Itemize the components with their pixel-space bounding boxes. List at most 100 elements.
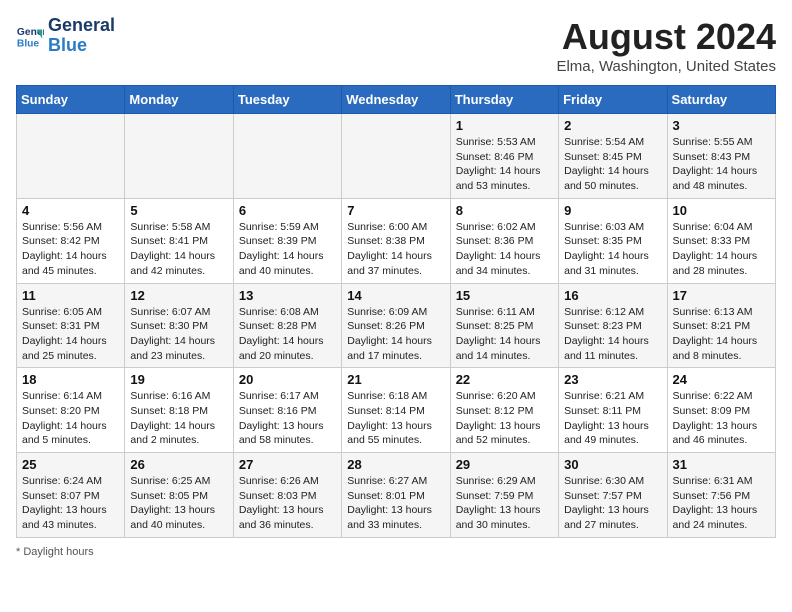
day-number: 7 (347, 203, 444, 218)
day-number: 25 (22, 457, 119, 472)
calendar-cell: 31 Sunrise: 6:31 AMSunset: 7:56 PMDayligh… (667, 453, 775, 538)
weekday-header-wednesday: Wednesday (342, 86, 450, 114)
logo: General Blue General Blue (16, 16, 115, 56)
day-info: Sunrise: 6:12 AMSunset: 8:23 PMDaylight:… (564, 305, 661, 364)
calendar-cell: 9 Sunrise: 6:03 AMSunset: 8:35 PMDaylight… (559, 198, 667, 283)
day-number: 4 (22, 203, 119, 218)
calendar-cell: 8 Sunrise: 6:02 AMSunset: 8:36 PMDaylight… (450, 198, 558, 283)
calendar-cell: 18 Sunrise: 6:14 AMSunset: 8:20 PMDayligh… (17, 368, 125, 453)
day-info: Sunrise: 6:30 AMSunset: 7:57 PMDaylight:… (564, 474, 661, 533)
day-number: 20 (239, 372, 336, 387)
day-info: Sunrise: 6:25 AMSunset: 8:05 PMDaylight:… (130, 474, 227, 533)
calendar-cell: 20 Sunrise: 6:17 AMSunset: 8:16 PMDayligh… (233, 368, 341, 453)
day-number: 28 (347, 457, 444, 472)
day-number: 24 (673, 372, 770, 387)
calendar-cell: 22Sunrise: 6:20 AMSunset: 8:12 PMDayligh… (450, 368, 558, 453)
day-number: 19 (130, 372, 227, 387)
svg-text:Blue: Blue (17, 38, 40, 49)
day-info: Sunrise: 6:31 AMSunset: 7:56 PMDaylight:… (673, 474, 770, 533)
day-number: 11 (22, 288, 119, 303)
day-info: Sunrise: 5:55 AMSunset: 8:43 PMDaylight:… (673, 135, 770, 194)
calendar-cell: 12 Sunrise: 6:07 AMSunset: 8:30 PMDayligh… (125, 283, 233, 368)
weekday-header-sunday: Sunday (17, 86, 125, 114)
day-info: Sunrise: 6:27 AMSunset: 8:01 PMDaylight:… (347, 474, 444, 533)
calendar-cell: 25 Sunrise: 6:24 AMSunset: 8:07 PMDayligh… (17, 453, 125, 538)
day-number: 30 (564, 457, 661, 472)
day-number: 27 (239, 457, 336, 472)
day-number: 26 (130, 457, 227, 472)
calendar-cell: 6 Sunrise: 5:59 AMSunset: 8:39 PMDaylight… (233, 198, 341, 283)
day-number: 6 (239, 203, 336, 218)
weekday-header-thursday: Thursday (450, 86, 558, 114)
calendar-cell: 7 Sunrise: 6:00 AMSunset: 8:38 PMDaylight… (342, 198, 450, 283)
day-number: 16 (564, 288, 661, 303)
day-number: 29 (456, 457, 553, 472)
calendar-cell: 10Sunrise: 6:04 AMSunset: 8:33 PMDayligh… (667, 198, 775, 283)
header: General Blue General Blue August 2024 El… (16, 16, 776, 75)
day-info: Sunrise: 6:16 AMSunset: 8:18 PMDaylight:… (130, 389, 227, 448)
calendar: SundayMondayTuesdayWednesdayThursdayFrid… (16, 85, 776, 538)
weekday-header-tuesday: Tuesday (233, 86, 341, 114)
day-info: Sunrise: 6:07 AMSunset: 8:30 PMDaylight:… (130, 305, 227, 364)
day-info: Sunrise: 6:03 AMSunset: 8:35 PMDaylight:… (564, 220, 661, 279)
subtitle: Elma, Washington, United States (556, 58, 776, 75)
calendar-cell: 24 Sunrise: 6:22 AMSunset: 8:09 PMDayligh… (667, 368, 775, 453)
day-number: 3 (673, 118, 770, 133)
title-area: August 2024 Elma, Washington, United Sta… (556, 16, 776, 75)
day-info: Sunrise: 6:14 AMSunset: 8:20 PMDaylight:… (22, 389, 119, 448)
day-info: Sunrise: 6:17 AMSunset: 8:16 PMDaylight:… (239, 389, 336, 448)
day-number: 18 (22, 372, 119, 387)
calendar-cell: 26 Sunrise: 6:25 AMSunset: 8:05 PMDayligh… (125, 453, 233, 538)
calendar-cell: 17 Sunrise: 6:13 AMSunset: 8:21 PMDayligh… (667, 283, 775, 368)
calendar-cell (125, 114, 233, 199)
day-number: 8 (456, 203, 553, 218)
calendar-cell: 13 Sunrise: 6:08 AMSunset: 8:28 PMDayligh… (233, 283, 341, 368)
day-info: Sunrise: 6:18 AMSunset: 8:14 PMDaylight:… (347, 389, 444, 448)
logo-text: General Blue (48, 16, 115, 56)
calendar-cell: 27 Sunrise: 6:26 AMSunset: 8:03 PMDayligh… (233, 453, 341, 538)
calendar-cell (233, 114, 341, 199)
day-info: Sunrise: 5:56 AMSunset: 8:42 PMDaylight:… (22, 220, 119, 279)
day-number: 23 (564, 372, 661, 387)
day-info: Sunrise: 5:54 AMSunset: 8:45 PMDaylight:… (564, 135, 661, 194)
calendar-cell: 29Sunrise: 6:29 AMSunset: 7:59 PMDayligh… (450, 453, 558, 538)
day-info: Sunrise: 6:26 AMSunset: 8:03 PMDaylight:… (239, 474, 336, 533)
calendar-cell: 4 Sunrise: 5:56 AMSunset: 8:42 PMDaylight… (17, 198, 125, 283)
weekday-header-monday: Monday (125, 86, 233, 114)
calendar-cell: 19 Sunrise: 6:16 AMSunset: 8:18 PMDayligh… (125, 368, 233, 453)
calendar-cell: 28 Sunrise: 6:27 AMSunset: 8:01 PMDayligh… (342, 453, 450, 538)
day-info: Sunrise: 6:22 AMSunset: 8:09 PMDaylight:… (673, 389, 770, 448)
day-info: Sunrise: 6:24 AMSunset: 8:07 PMDaylight:… (22, 474, 119, 533)
day-number: 2 (564, 118, 661, 133)
calendar-cell (342, 114, 450, 199)
day-info: Sunrise: 6:13 AMSunset: 8:21 PMDaylight:… (673, 305, 770, 364)
day-info: Sunrise: 5:59 AMSunset: 8:39 PMDaylight:… (239, 220, 336, 279)
weekday-header-friday: Friday (559, 86, 667, 114)
day-number: 5 (130, 203, 227, 218)
calendar-cell: 5 Sunrise: 5:58 AMSunset: 8:41 PMDaylight… (125, 198, 233, 283)
day-info: Sunrise: 5:58 AMSunset: 8:41 PMDaylight:… (130, 220, 227, 279)
day-number: 14 (347, 288, 444, 303)
day-number: 13 (239, 288, 336, 303)
footer-note: * Daylight hours (16, 546, 776, 558)
day-number: 21 (347, 372, 444, 387)
calendar-cell: 2 Sunrise: 5:54 AMSunset: 8:45 PMDaylight… (559, 114, 667, 199)
day-number: 17 (673, 288, 770, 303)
calendar-cell: 16 Sunrise: 6:12 AMSunset: 8:23 PMDayligh… (559, 283, 667, 368)
calendar-cell: 21 Sunrise: 6:18 AMSunset: 8:14 PMDayligh… (342, 368, 450, 453)
day-number: 31 (673, 457, 770, 472)
day-info: Sunrise: 6:00 AMSunset: 8:38 PMDaylight:… (347, 220, 444, 279)
calendar-cell: 15Sunrise: 6:11 AMSunset: 8:25 PMDayligh… (450, 283, 558, 368)
day-info: Sunrise: 6:09 AMSunset: 8:26 PMDaylight:… (347, 305, 444, 364)
day-info: Sunrise: 5:53 AMSunset: 8:46 PMDaylight:… (456, 135, 553, 194)
day-info: Sunrise: 6:08 AMSunset: 8:28 PMDaylight:… (239, 305, 336, 364)
day-info: Sunrise: 6:02 AMSunset: 8:36 PMDaylight:… (456, 220, 553, 279)
calendar-cell: 30 Sunrise: 6:30 AMSunset: 7:57 PMDayligh… (559, 453, 667, 538)
calendar-cell (17, 114, 125, 199)
day-number: 9 (564, 203, 661, 218)
calendar-cell: 11Sunrise: 6:05 AMSunset: 8:31 PMDayligh… (17, 283, 125, 368)
main-title: August 2024 (556, 16, 776, 58)
day-number: 22 (456, 372, 553, 387)
day-number: 15 (456, 288, 553, 303)
day-number: 12 (130, 288, 227, 303)
